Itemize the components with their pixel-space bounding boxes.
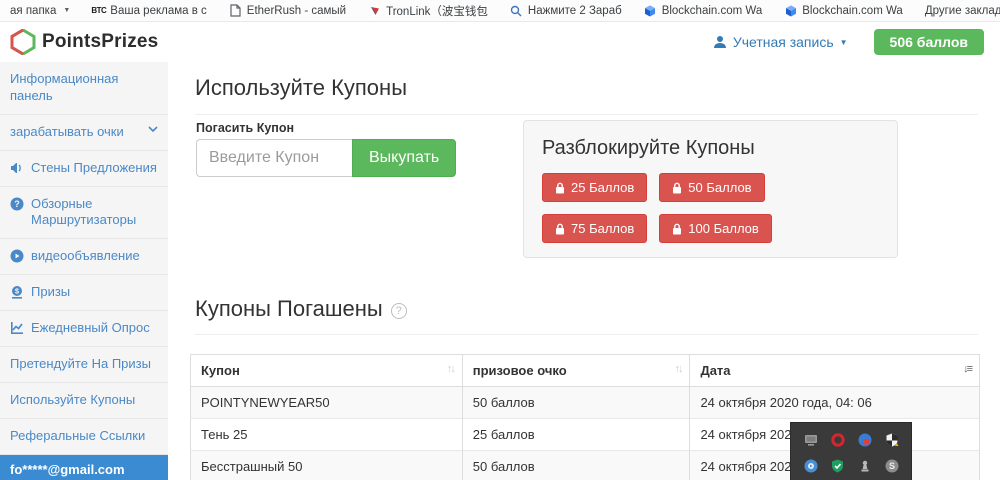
search-icon	[510, 4, 523, 17]
bookmark-folder[interactable]: ая папка ▼	[10, 5, 70, 17]
bookmark-item[interactable]: BTC Ваша реклама в с	[92, 4, 207, 17]
sidebar-item-survey-routers[interactable]: ? Обзорные Маршрутизаторы	[0, 187, 168, 240]
unlock-25-points-button[interactable]: 25 Баллов	[542, 173, 647, 202]
blockchain-cube-icon	[784, 4, 797, 17]
s-circle-icon[interactable]: S	[884, 459, 899, 474]
cell-date: 24 октября 2020 года, 04: 06	[690, 387, 980, 419]
redeem-button[interactable]: Выкупать	[352, 139, 456, 177]
system-tray-popup: S	[790, 422, 912, 480]
unlock-coupons-title: Разблокируйте Купоны	[542, 137, 879, 160]
notification-card[interactable]: fo*****@gmail.com Offer Bonus Points	[0, 455, 168, 480]
pointsprizes-hexagon-icon	[10, 29, 36, 55]
notification-email: fo*****@gmail.com	[10, 462, 158, 477]
table-row: POINTYNEWYEAR50 50 баллов 24 октября 202…	[191, 387, 980, 419]
account-label: Учетная запись	[733, 34, 834, 50]
lock-icon	[555, 182, 565, 194]
cell-points: 50 баллов	[462, 451, 690, 480]
sidebar-item-daily-poll[interactable]: Ежедневный Опрос	[0, 311, 168, 347]
blockchain-cube-icon	[644, 4, 657, 17]
bookmark-item[interactable]: TronLink（波宝钱包	[368, 3, 488, 19]
main-content: Используйте Купоны Погасить Купон Выкупа…	[168, 62, 1000, 480]
bookmark-label: TronLink（波宝钱包	[386, 3, 488, 19]
unlock-coupons-panel: Разблокируйте Купоны 25 Баллов 50 Баллов…	[523, 120, 898, 258]
sort-descending-icon: ↓≡	[963, 363, 971, 375]
sidebar-item-prizes[interactable]: $ Призы	[0, 275, 168, 311]
other-bookmarks-label: Другие закладки	[925, 5, 1000, 17]
cell-points: 25 баллов	[462, 419, 690, 451]
sidebar-item-dashboard[interactable]: Информационная панель	[0, 62, 168, 115]
play-circle-icon	[10, 249, 24, 263]
cell-coupon: Бесстрашный 50	[191, 451, 463, 480]
sort-icon: ↑↓	[674, 363, 681, 375]
question-circle-icon: ?	[10, 197, 24, 211]
brand-logo[interactable]: PointsPrizes	[10, 29, 158, 55]
column-header-coupon[interactable]: Купон ↑↓	[191, 355, 463, 387]
page-title: Используйте Купоны	[195, 75, 978, 115]
stamp-icon[interactable]	[857, 459, 872, 474]
column-header-date[interactable]: Дата ↓≡	[690, 355, 980, 387]
coupon-input[interactable]	[196, 139, 352, 177]
sidebar-item-video-ads[interactable]: видеообъявление	[0, 239, 168, 275]
chevron-down-icon	[148, 124, 158, 134]
bookmark-item[interactable]: Blockchain.com Wa	[644, 4, 763, 17]
user-icon	[713, 35, 727, 49]
sidebar: Информационная панель зарабатывать очки …	[0, 62, 168, 480]
cell-coupon: POINTYNEWYEAR50	[191, 387, 463, 419]
bookmark-item[interactable]: Нажмите 2 Зараб	[510, 4, 622, 17]
media-player-blue-icon[interactable]	[803, 459, 818, 474]
chart-icon	[10, 321, 24, 335]
btc-icon: BTC	[92, 4, 105, 17]
lock-icon	[555, 223, 565, 235]
bookmark-label: ая папка	[10, 5, 56, 17]
bookmark-item[interactable]: Blockchain.com Wa	[784, 4, 903, 17]
svg-text:S: S	[888, 461, 894, 471]
bookmark-label: Blockchain.com Wa	[662, 5, 763, 17]
bookmark-label: Blockchain.com Wa	[802, 5, 903, 17]
bookmark-label: Нажмите 2 Зараб	[528, 5, 622, 17]
unlock-100-points-button[interactable]: 100 Баллов	[659, 214, 772, 243]
unlock-75-points-button[interactable]: 75 Баллов	[542, 214, 647, 243]
cell-coupon: Тень 25	[191, 419, 463, 451]
unlock-50-points-button[interactable]: 50 Баллов	[659, 173, 764, 202]
tronlink-icon	[368, 4, 381, 17]
display-icon[interactable]	[803, 433, 818, 448]
browser-blue-red-icon[interactable]	[857, 433, 872, 448]
bookmark-label: Ваша реклама в с	[110, 5, 207, 17]
sidebar-item-claim-prizes[interactable]: Претендуйте На Призы	[0, 347, 168, 383]
points-balance-badge[interactable]: 506 баллов	[874, 29, 984, 55]
shield-checkered-warning-icon[interactable]	[884, 433, 899, 448]
chevron-down-icon: ▼	[63, 7, 70, 14]
redeem-coupon-label: Погасить Купон	[196, 121, 294, 135]
cell-points: 50 баллов	[462, 387, 690, 419]
sidebar-item-referral-links[interactable]: Реферальные Ссылки	[0, 419, 168, 455]
redeem-coupon-form: Выкупать	[196, 139, 456, 177]
page-icon	[229, 4, 242, 17]
bookmark-item[interactable]: EtherRush - самый	[229, 4, 346, 17]
antivirus-shield-check-icon[interactable]	[830, 459, 845, 474]
bookmarks-bar: ая папка ▼ BTC Ваша реклама в с EtherRus…	[0, 0, 1000, 22]
account-menu[interactable]: Учетная запись ▼	[713, 34, 848, 50]
sidebar-item-earn-points[interactable]: зарабатывать очки	[0, 115, 168, 151]
lock-icon	[672, 223, 682, 235]
other-bookmarks-button[interactable]: Другие закладки ▼	[925, 5, 1000, 17]
sort-icon: ↑↓	[447, 363, 454, 375]
sidebar-item-use-coupons[interactable]: Используйте Купоны	[0, 383, 168, 419]
column-header-points[interactable]: призовое очко ↑↓	[462, 355, 690, 387]
brand-name: PointsPrizes	[42, 31, 158, 53]
opera-icon[interactable]	[830, 433, 845, 448]
redeemed-coupons-title: Купоны Погашены ?	[195, 296, 978, 335]
help-icon[interactable]: ?	[391, 303, 407, 319]
svg-text:?: ?	[14, 199, 20, 209]
coin-icon: $	[10, 285, 24, 299]
bookmark-label: EtherRush - самый	[247, 5, 346, 17]
lock-icon	[672, 182, 682, 194]
site-header: PointsPrizes Учетная запись ▼ 506 баллов	[0, 22, 1000, 62]
megaphone-icon	[10, 161, 24, 175]
chevron-down-icon: ▼	[840, 38, 848, 47]
sidebar-item-offer-walls[interactable]: Стены Предложения	[0, 151, 168, 187]
